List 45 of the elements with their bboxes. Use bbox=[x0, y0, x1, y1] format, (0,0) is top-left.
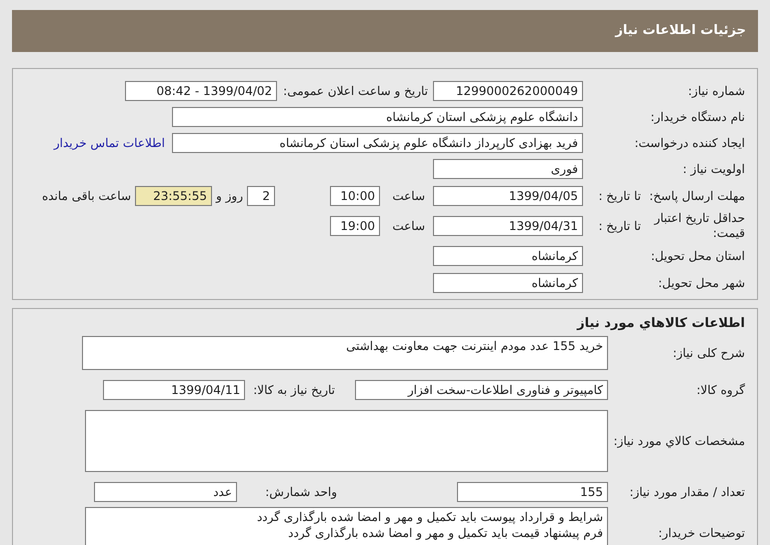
announce-date-field: 1399/04/02 - 08:42 bbox=[125, 81, 278, 101]
province-field: کرمانشاه bbox=[433, 246, 583, 266]
field-label: ساعت bbox=[391, 188, 425, 204]
field-label: ایجاد کننده درخواست: bbox=[633, 135, 745, 151]
field-label: روز و bbox=[216, 188, 243, 204]
quantity-field: 155 bbox=[457, 482, 608, 502]
description-field: خرید 155 عدد مودم اینترنت جهت معاونت بهداشتی bbox=[82, 336, 608, 370]
field-label: ساعت bbox=[391, 218, 425, 234]
need-number-field: 1299000262000049 bbox=[433, 81, 583, 101]
field-label: تا تاریخ : bbox=[597, 188, 641, 204]
field-label: استان محل تحویل: bbox=[650, 248, 745, 264]
field-label: تاریخ و ساعت اعلان عمومی: bbox=[283, 83, 428, 99]
section-title: اطلاعات کالاهاي مورد نیاز bbox=[577, 314, 745, 332]
unit-field: عدد bbox=[94, 482, 237, 502]
buyer-org-field: دانشگاه علوم پزشکی استان کرمانشاه bbox=[172, 107, 583, 127]
notes-line: فرم پیشنهاد قیمت باید تکمیل و مهر و امضا شده بارگذاری گردد bbox=[287, 525, 603, 541]
page-title: جزئیات اطلاعات نیاز bbox=[615, 22, 746, 40]
field-label: ساعت باقی مانده bbox=[42, 188, 131, 204]
field-label: مهلت ارسال پاسخ: bbox=[648, 188, 745, 204]
field-label: اولویت نیاز : bbox=[682, 161, 745, 177]
field-label: نام دستگاه خریدار: bbox=[650, 109, 745, 125]
time-field: 19:00 bbox=[330, 216, 380, 236]
need-date-field: 1399/04/11 bbox=[103, 380, 246, 400]
time-field: 10:00 bbox=[330, 186, 380, 206]
requester-field: فرید بهزادی کارپرداز دانشگاه علوم پزشکی استان کرمانشاه bbox=[172, 133, 583, 153]
field-label: شهر محل تحویل: bbox=[657, 274, 745, 290]
field-label: شماره نیاز: bbox=[687, 83, 745, 99]
date-field: 1399/04/05 bbox=[433, 186, 583, 206]
days-field: 2 bbox=[247, 186, 275, 206]
field-label: حداقل تاریخ اعتبار قیمت: bbox=[652, 211, 745, 241]
field-label: گروه کالا: bbox=[696, 382, 745, 398]
field-label: تعداد / مقدار مورد نیاز: bbox=[628, 484, 745, 500]
field-label: واحد شمارش: bbox=[264, 484, 337, 500]
field-label: شرح کلی نیاز: bbox=[672, 345, 745, 361]
field-label: تا تاریخ : bbox=[597, 218, 641, 234]
contact-link[interactable]: اطلاعات تماس خریدار bbox=[54, 135, 165, 151]
field-label: مشخصات کالاي مورد نیاز: bbox=[612, 433, 745, 449]
goods-group-field: کامپیوتر و فناوری اطلاعات-سخت افزار bbox=[355, 380, 608, 400]
city-field: کرمانشاه bbox=[433, 272, 583, 292]
field-label: تاریخ نیاز به کالا: bbox=[253, 382, 335, 398]
priority-field: فوری bbox=[433, 159, 583, 179]
field-label: توضیحات خریدار: bbox=[657, 525, 745, 541]
notes-line: شرایط و قرارداد پیوست باید تکمیل و مهر و امضا شده بارگذاری گردد bbox=[256, 509, 603, 525]
countdown-field: 23:55:55 bbox=[135, 186, 212, 206]
date-field: 1399/04/31 bbox=[433, 216, 583, 236]
